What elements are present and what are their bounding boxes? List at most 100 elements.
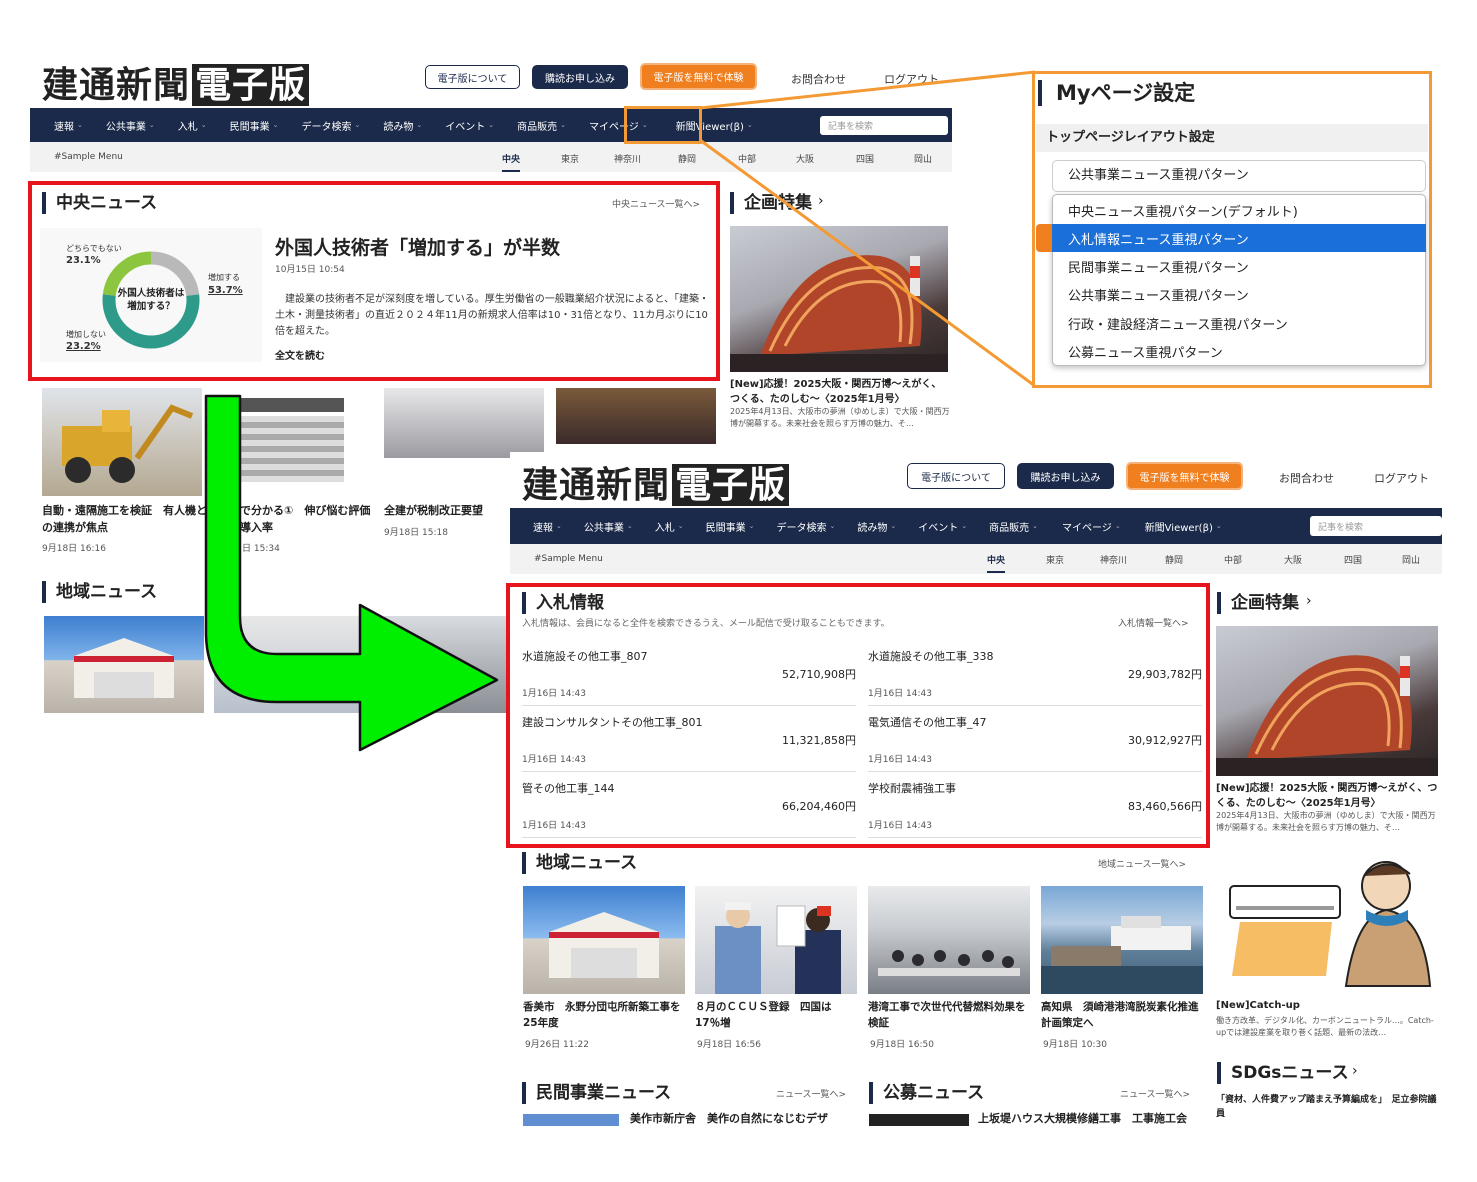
nav-item-label: 新聞Viewer(β): [1144, 522, 1213, 534]
layout-option-1[interactable]: 入札情報ニュース重視パターン: [1052, 224, 1426, 253]
region-tab-7-after[interactable]: 岡山: [1402, 553, 1420, 566]
nav-item-label: 読み物: [383, 121, 414, 133]
nav-item-5[interactable]: 読み物 ⌄: [383, 118, 422, 133]
region-tab-1[interactable]: 東京: [561, 152, 579, 165]
layout-option-0[interactable]: 中央ニュース重視パターン(デフォルト): [1052, 196, 1426, 224]
search-input-after[interactable]: 記事を検索: [1310, 516, 1442, 536]
layout-option-2[interactable]: 民間事業ニュース重視パターン: [1052, 253, 1426, 281]
building-photo-before[interactable]: [44, 616, 204, 713]
private-news-thumb[interactable]: [523, 1114, 619, 1126]
nav-item-9-after[interactable]: 新聞Viewer(β) ⌄: [1145, 519, 1222, 534]
nav-item-4[interactable]: データ検索 ⌄: [302, 118, 361, 133]
private-news-title: 民間事業ニュース: [522, 1082, 671, 1104]
group-photo-before[interactable]: [556, 388, 716, 444]
ccus-photo[interactable]: [695, 886, 857, 994]
region-tab-1-after[interactable]: 東京: [1046, 553, 1064, 566]
region-tab-6[interactable]: 四国: [856, 152, 874, 165]
region-news-more-link[interactable]: 地域ニュース一覧へ>: [1098, 857, 1186, 870]
nav-item-6-after[interactable]: イベント ⌄: [918, 519, 967, 534]
contact-link[interactable]: お問合わせ: [791, 71, 846, 87]
port-meeting-photo[interactable]: [868, 886, 1030, 994]
region-tab-3-after[interactable]: 静岡: [1165, 553, 1183, 566]
nav-item-6[interactable]: イベント ⌄: [445, 118, 494, 133]
logout-link-after[interactable]: ログアウト: [1374, 470, 1429, 486]
nav-item-7[interactable]: 商品販売 ⌄: [517, 118, 566, 133]
catchup-desc: 働き方改革、デジタル化、カーボンニュートラル…。Catch-upでは建設産業を取…: [1216, 1016, 1434, 1037]
nav-item-8-after[interactable]: マイページ ⌄: [1062, 519, 1121, 534]
region-tab-4[interactable]: 中部: [738, 152, 756, 165]
region-tab-5[interactable]: 大阪: [796, 152, 814, 165]
region-tab-5-after[interactable]: 大阪: [1284, 553, 1302, 566]
region-card-caption-2[interactable]: 港湾工事で次世代代替燃料効果を検証: [868, 1000, 1028, 1032]
nav-item-2[interactable]: 入札 ⌄: [178, 118, 207, 133]
region-tab-6-after[interactable]: 四国: [1344, 553, 1362, 566]
contact-link-after[interactable]: お問合わせ: [1279, 470, 1334, 486]
nav-item-3-after[interactable]: 民間事業 ⌄: [706, 519, 755, 534]
chevron-down-icon: ⌄: [748, 522, 755, 530]
region-news-title-before: 地域ニュース: [42, 581, 157, 603]
chevron-down-icon: ⌄: [77, 121, 83, 129]
private-news-more-link[interactable]: ニュース一覧へ>: [776, 1087, 846, 1100]
region-card-date-0: 9月26日 11:22: [525, 1040, 589, 1050]
region-tab-7[interactable]: 岡山: [914, 152, 932, 165]
layout-option-5[interactable]: 公募ニュース重視パターン: [1052, 338, 1426, 366]
layout-option-4[interactable]: 行政・建設経済ニュース重視パターン: [1052, 309, 1426, 337]
region-tab-3[interactable]: 静岡: [678, 152, 696, 165]
nav-item-label: 入札: [177, 121, 198, 133]
region-tab-2-after[interactable]: 神奈川: [1100, 553, 1127, 566]
building-photo-after[interactable]: [523, 886, 685, 994]
nav-item-1-after[interactable]: 公共事業 ⌄: [584, 519, 633, 534]
feature-caption-before[interactable]: [New]応援！2025大阪・関西万博～えがく、つくる、たのしむ～〈2025年1…: [730, 377, 950, 407]
region-tab-2[interactable]: 神奈川: [614, 152, 641, 165]
nav-item-0[interactable]: 速報 ⌄: [54, 118, 83, 133]
layout-select[interactable]: 公共事業ニュース重視パターン: [1052, 160, 1426, 192]
logout-link[interactable]: ログアウト: [884, 71, 939, 87]
search-input[interactable]: 記事を検索: [820, 116, 948, 135]
nav-item-3[interactable]: 民間事業 ⌄: [230, 118, 279, 133]
nav-item-4-after[interactable]: データ検索 ⌄: [777, 519, 836, 534]
harbor-photo[interactable]: [1041, 886, 1203, 994]
region-card-caption-1[interactable]: ８月のＣＣＵＳ登録 四国は17％増: [695, 1000, 855, 1032]
nav-item-2-after[interactable]: 入札 ⌄: [655, 519, 684, 534]
public-news-thumb[interactable]: [869, 1114, 969, 1126]
layout-option-3[interactable]: 公共事業ニュース重視パターン: [1052, 281, 1426, 309]
nav-item-7-after[interactable]: 商品販売 ⌄: [989, 519, 1038, 534]
catchup-title[interactable]: [New]Catch-up: [1216, 998, 1300, 1013]
about-button[interactable]: 電子版について: [425, 65, 520, 89]
nav-item-5-after[interactable]: 読み物 ⌄: [857, 519, 896, 534]
card-caption-1[interactable]: 自動・遠隔施工を検証 有人機との連携が焦点: [42, 503, 207, 536]
logo-after[interactable]: 建通新聞 電子版: [522, 456, 790, 508]
logo[interactable]: 建通新聞 電子版: [42, 56, 310, 108]
subscribe-button-after[interactable]: 購読お申し込み: [1017, 463, 1114, 489]
feature-caption-after[interactable]: [New]応援！2025大阪・関西万博～えがく、つくる、たのしむ～〈2025年1…: [1216, 781, 1438, 811]
chevron-down-icon: ⌄: [961, 522, 968, 530]
public-news-more-link[interactable]: ニュース一覧へ>: [1120, 1087, 1190, 1100]
free-trial-button-after[interactable]: 電子版を無料で体験: [1126, 462, 1243, 490]
expo-photo-after[interactable]: [1216, 626, 1438, 776]
subscribe-button[interactable]: 購読お申し込み: [532, 65, 628, 89]
expo-photo-before[interactable]: [730, 226, 948, 372]
chevron-down-icon: ⌄: [1215, 522, 1222, 530]
feature-title-before[interactable]: 企画特集: [730, 192, 812, 214]
private-news-item[interactable]: 美作市新庁舎 美作の自然になじむデザ: [630, 1112, 828, 1126]
nav-item-1[interactable]: 公共事業 ⌄: [106, 118, 155, 133]
region-card-caption-3[interactable]: 高知県 須崎港港湾脱炭素化推進計画策定へ: [1041, 1000, 1201, 1032]
feature-title-after[interactable]: 企画特集: [1217, 592, 1299, 614]
about-button-after[interactable]: 電子版について: [907, 463, 1005, 489]
catchup-illustration[interactable]: [1216, 846, 1438, 991]
free-trial-button[interactable]: 電子版を無料で体験: [640, 63, 757, 90]
sample-menu-label-after: #Sample Menu: [534, 554, 603, 564]
sdgs-news-title[interactable]: SDGsニュース: [1217, 1062, 1349, 1084]
region-tab-4-after[interactable]: 中部: [1224, 553, 1242, 566]
region-tab-0-after[interactable]: 中央: [987, 553, 1006, 573]
chevron-down-icon: ⌄: [416, 121, 423, 129]
chevron-down-icon: ⌄: [890, 522, 897, 530]
nav-item-label: 公共事業: [583, 522, 624, 534]
central-news-highlight-frame: [28, 181, 720, 381]
public-news-item[interactable]: 上坂堤ハウス大規模修繕工事 工事施工会: [978, 1112, 1187, 1126]
region-card-caption-0[interactable]: 香美市 永野分団屯所新築工事を25年度: [523, 1000, 683, 1032]
region-tab-0[interactable]: 中央: [502, 152, 521, 172]
dump-truck-photo[interactable]: [42, 388, 202, 496]
sdgs-news-item[interactable]: 「資材、人件費アップ踏まえ予算編成を」 足立参院議員: [1216, 1094, 1438, 1121]
nav-item-0-after[interactable]: 速報 ⌄: [533, 519, 562, 534]
